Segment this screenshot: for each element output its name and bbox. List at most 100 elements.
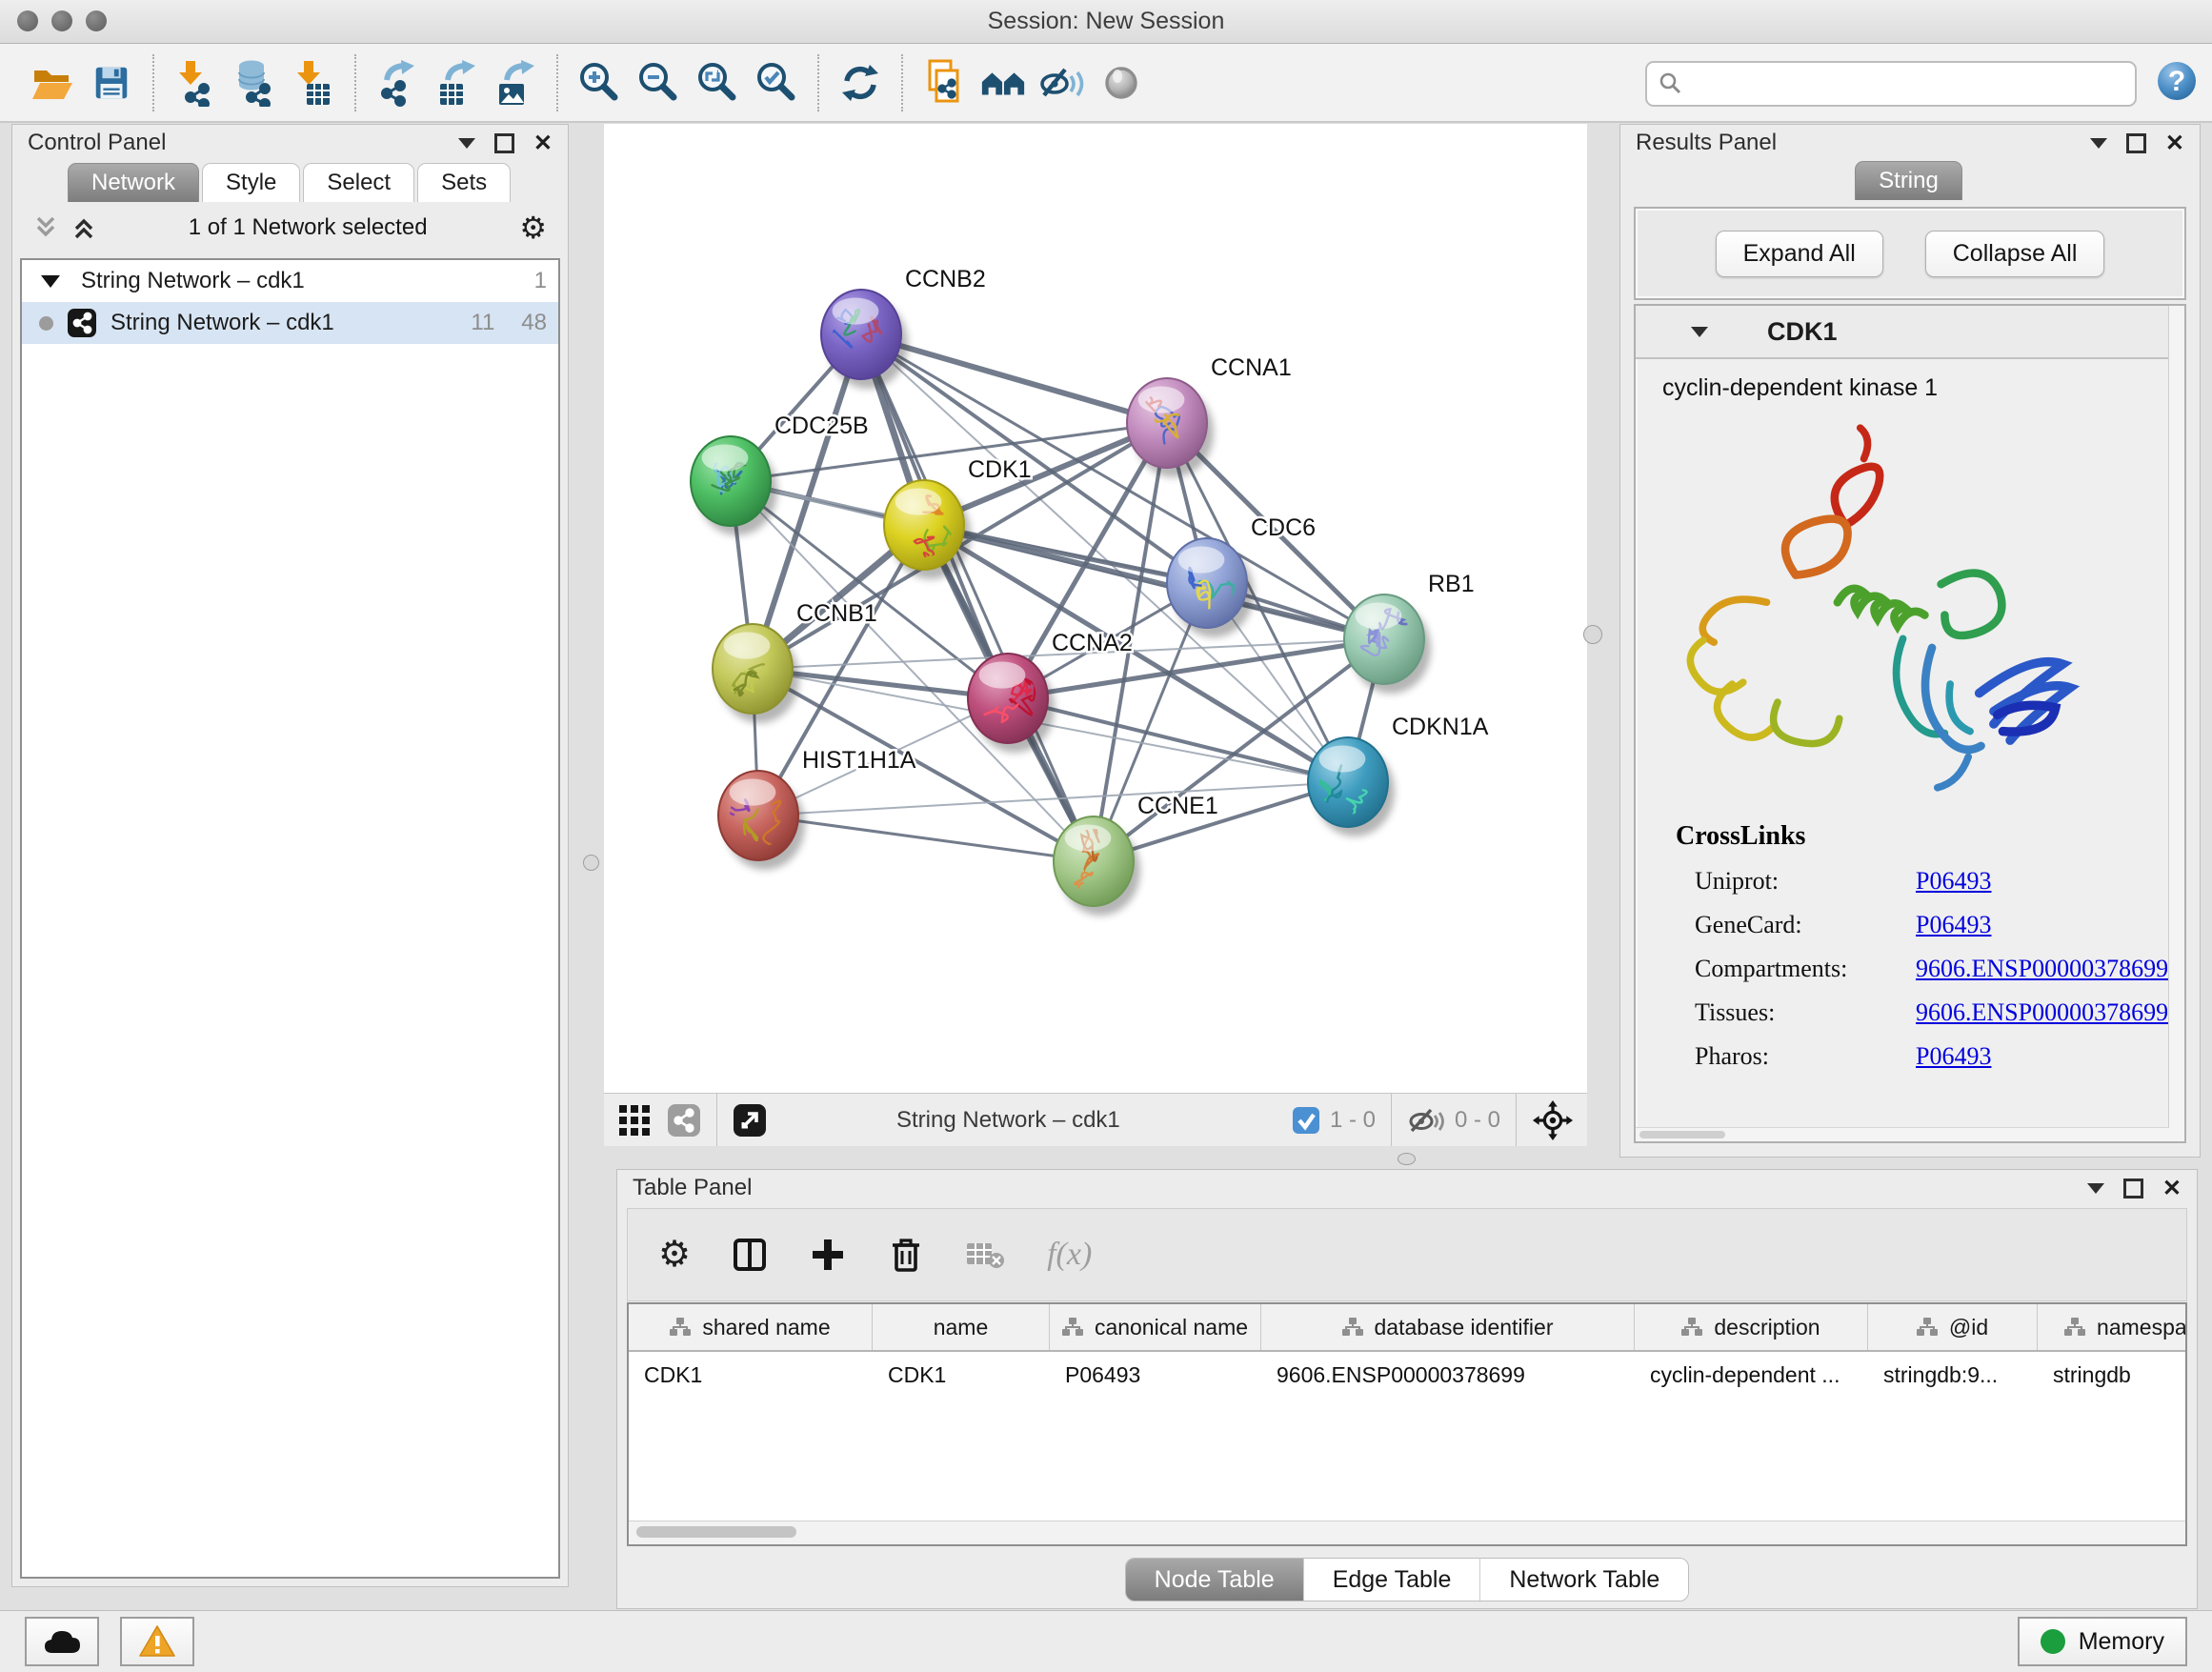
node-CDKN1A[interactable]: CDKN1A — [1308, 714, 1489, 827]
tab-select[interactable]: Select — [303, 163, 414, 202]
float-panel-icon[interactable] — [2126, 133, 2146, 153]
table-cell[interactable]: cyclin-dependent ... — [1635, 1352, 1868, 1398]
crosslink-link[interactable]: 9606.ENSP00000378699 — [1916, 998, 2168, 1027]
open-in-window-icon[interactable] — [733, 1103, 767, 1138]
edge[interactable] — [861, 334, 1094, 861]
delete-column-icon[interactable] — [887, 1236, 925, 1274]
apply-layout-icon[interactable] — [979, 56, 1027, 110]
import-network-icon[interactable] — [171, 56, 219, 110]
table-cell[interactable]: stringdb — [2038, 1352, 2187, 1398]
column-header-name[interactable]: name — [873, 1304, 1050, 1350]
export-table-icon[interactable] — [432, 56, 480, 110]
protein-structure-image — [1657, 412, 2171, 802]
column-header-@id[interactable]: @id — [1868, 1304, 2038, 1350]
collection-expand-icon[interactable] — [41, 275, 60, 288]
results-panel: Results Panel ✕ String Expand All Collap… — [1619, 124, 2201, 1158]
refresh-icon[interactable] — [836, 56, 884, 110]
network-view[interactable]: CCNB2CCNA1CDC25BCDK1CDC6RB1CCNB1CCNA2CDK… — [604, 124, 1587, 1146]
show-columns-icon[interactable] — [731, 1236, 769, 1274]
cloud-button[interactable] — [25, 1617, 99, 1666]
table-cell[interactable]: P06493 — [1050, 1352, 1261, 1398]
node-RB1[interactable]: RB1 — [1344, 571, 1475, 684]
column-header-canonical-name[interactable]: canonical name — [1050, 1304, 1261, 1350]
edge[interactable] — [758, 816, 1094, 861]
close-panel-icon[interactable]: ✕ — [2165, 130, 2184, 157]
right-divider-handle[interactable] — [1583, 625, 1602, 644]
import-table-icon[interactable] — [290, 56, 337, 110]
collapse-all-button[interactable]: Collapse All — [1925, 231, 2105, 277]
zoom-in-icon[interactable] — [575, 56, 623, 110]
expand-all-button[interactable]: Expand All — [1716, 231, 1883, 277]
warning-button[interactable] — [120, 1617, 194, 1666]
panel-menu-icon[interactable] — [2090, 138, 2107, 149]
column-header-namespace[interactable]: namespace — [2038, 1304, 2187, 1350]
table-cell[interactable]: stringdb:9... — [1868, 1352, 2038, 1398]
float-panel-icon[interactable] — [494, 133, 514, 153]
hidden-eye-icon[interactable] — [1407, 1105, 1445, 1136]
node-HIST1H1A[interactable]: HIST1H1A — [718, 747, 916, 860]
bottom-divider-handle[interactable] — [1398, 1153, 1416, 1165]
expand-all-icon[interactable] — [71, 215, 96, 240]
table-options-gear-icon[interactable]: ⚙ — [658, 1237, 691, 1273]
network-canvas[interactable]: CCNB2CCNA1CDC25BCDK1CDC6RB1CCNB1CCNA2CDK… — [604, 124, 1587, 1094]
zoom-selected-icon[interactable] — [753, 56, 800, 110]
table-row[interactable]: CDK1CDK1P064939606.ENSP00000378699cyclin… — [629, 1352, 2185, 1398]
panel-menu-icon[interactable] — [2087, 1183, 2104, 1194]
memory-button[interactable]: Memory — [2018, 1617, 2187, 1666]
tab-style[interactable]: Style — [202, 163, 300, 202]
selected-checkbox-icon[interactable] — [1292, 1106, 1320, 1135]
close-panel-icon[interactable]: ✕ — [533, 130, 553, 157]
open-session-icon[interactable] — [29, 56, 76, 110]
first-neighbors-icon[interactable] — [920, 56, 968, 110]
results-horizontal-scrollbar[interactable] — [1636, 1127, 2169, 1141]
table-horizontal-scrollbar[interactable] — [629, 1521, 2185, 1544]
create-column-icon[interactable] — [809, 1236, 847, 1274]
export-image-icon[interactable] — [492, 56, 539, 110]
network-row[interactable]: String Network – cdk1 11 48 — [22, 302, 558, 344]
network-collection-row[interactable]: String Network – cdk1 1 — [22, 260, 558, 302]
tab-edge-table[interactable]: Edge Table — [1304, 1559, 1481, 1601]
tab-string[interactable]: String — [1855, 161, 1962, 200]
crosslink-link[interactable]: P06493 — [1916, 911, 1991, 939]
crosslink-label: Compartments: — [1695, 955, 1916, 983]
collapse-all-icon[interactable] — [33, 215, 58, 240]
import-network-database-icon[interactable] — [231, 56, 278, 110]
entry-header[interactable]: CDK1 — [1636, 306, 2184, 359]
save-session-icon[interactable] — [88, 56, 135, 110]
panel-menu-icon[interactable] — [458, 138, 475, 149]
export-network-icon[interactable] — [373, 56, 421, 110]
fit-selected-crosshair-icon[interactable] — [1532, 1099, 1574, 1141]
birdseye-grid-icon[interactable] — [617, 1103, 652, 1138]
node-table[interactable]: shared namenamecanonical namedatabase id… — [627, 1302, 2187, 1546]
entry-collapse-icon[interactable] — [1691, 327, 1708, 337]
tab-network-table[interactable]: Network Table — [1480, 1559, 1688, 1601]
left-divider-handle[interactable] — [583, 855, 599, 871]
results-vertical-scrollbar[interactable] — [2168, 306, 2184, 1141]
float-panel-icon[interactable] — [2123, 1178, 2143, 1199]
column-header-database-identifier[interactable]: database identifier — [1261, 1304, 1635, 1350]
edge[interactable] — [924, 525, 1384, 639]
table-cell[interactable]: CDK1 — [873, 1352, 1050, 1398]
crosslink-link[interactable]: 9606.ENSP00000378699 — [1916, 955, 2168, 983]
crosslink-label: GeneCard: — [1695, 911, 1916, 939]
column-header-shared-name[interactable]: shared name — [629, 1304, 873, 1350]
column-header-description[interactable]: description — [1635, 1304, 1868, 1350]
tab-network[interactable]: Network — [68, 163, 199, 202]
network-options-gear-icon[interactable]: ⚙ — [519, 212, 547, 243]
search-input[interactable] — [1645, 61, 2137, 107]
zoom-out-icon[interactable] — [634, 56, 682, 110]
column-type-icon — [1342, 1318, 1363, 1337]
tab-node-table[interactable]: Node Table — [1126, 1559, 1304, 1601]
tab-sets[interactable]: Sets — [417, 163, 511, 202]
crosslink-link[interactable]: P06493 — [1916, 1042, 1991, 1071]
table-cell[interactable]: CDK1 — [629, 1352, 873, 1398]
table-cell[interactable]: 9606.ENSP00000378699 — [1261, 1352, 1635, 1398]
zoom-fit-icon[interactable] — [694, 56, 741, 110]
network-share-icon[interactable] — [667, 1103, 701, 1138]
crosslink-link[interactable]: P06493 — [1916, 867, 1991, 896]
show-all-icon[interactable] — [1097, 56, 1145, 110]
close-panel-icon[interactable]: ✕ — [2162, 1175, 2182, 1202]
help-icon[interactable]: ? — [2155, 59, 2199, 103]
hide-selected-icon[interactable] — [1038, 56, 1086, 110]
window-title: Session: New Session — [0, 8, 2212, 35]
